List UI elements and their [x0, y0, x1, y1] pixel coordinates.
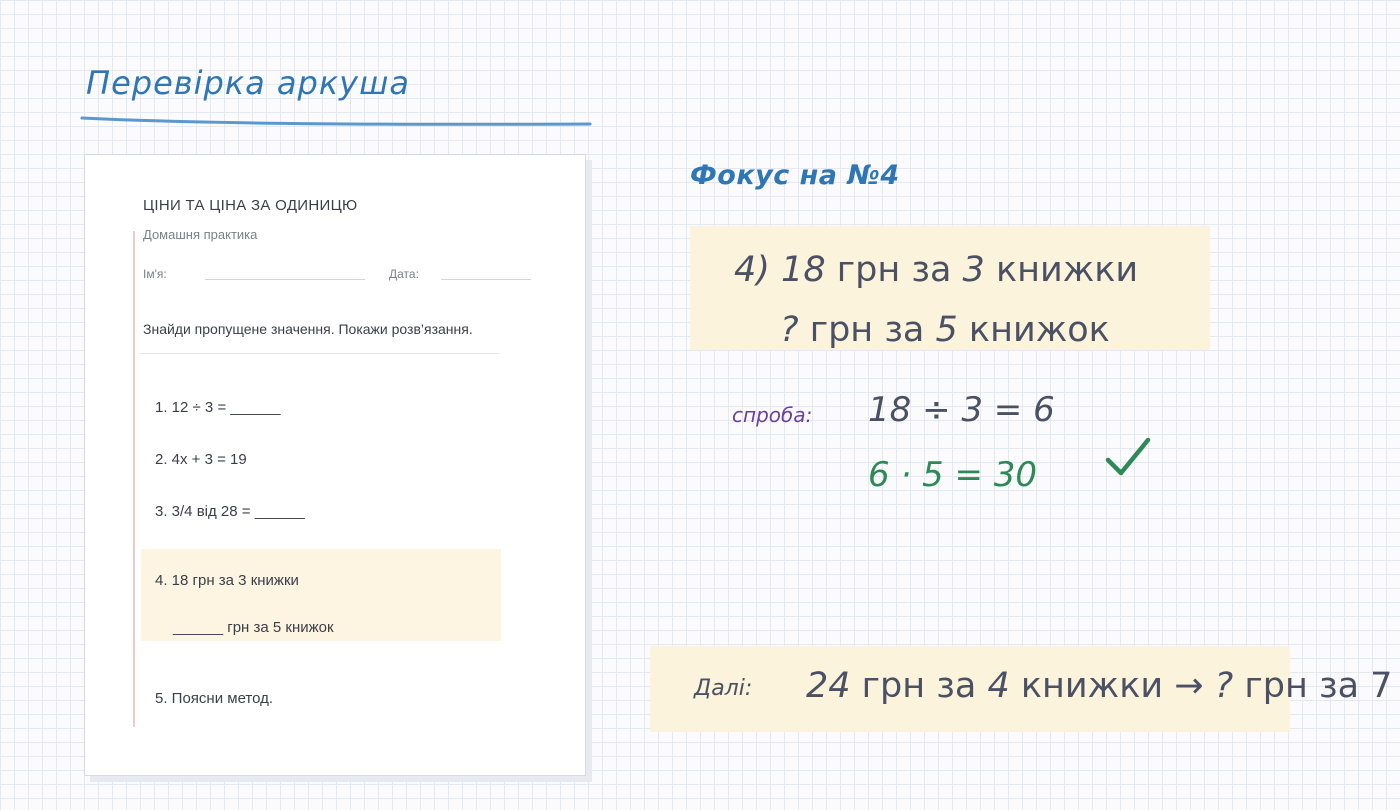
next-price: 24 — [806, 666, 851, 706]
work-step-1: 18 ÷ 3 = 6 — [868, 390, 1055, 430]
worksheet-item-4: 4. 18 грн за 3 книжки — [155, 572, 299, 589]
focus-line1-number: 4) 18 — [734, 250, 826, 290]
focus-line2-count: 5 — [935, 310, 958, 350]
worksheet-title: ЦІНИ ТА ЦІНА ЗА ОДИНИЦЮ — [143, 197, 358, 214]
focus-heading: Фокус на №4 — [690, 160, 900, 191]
worksheet-subtitle: Домашня практика — [143, 227, 258, 242]
next-item: книжки → — [1009, 666, 1215, 706]
margin-line — [133, 231, 135, 727]
work-step-2: 6 · 5 = 30 — [868, 455, 1038, 495]
worksheet: ЦІНИ ТА ЦІНА ЗА ОДИНИЦЮ Домашня практика… — [84, 154, 586, 776]
worksheet-item-2: 2. 4x + 3 = 19 — [155, 451, 247, 468]
checkmark-icon — [1105, 437, 1151, 476]
focus-line2-unit: грн за — [798, 310, 936, 350]
worksheet-item-3: 3. 3/4 від 28 = ______ — [155, 503, 305, 520]
attempt-label: спроба: — [732, 403, 813, 427]
focus-line1-count: 3 — [962, 250, 985, 290]
focus-problem-line-1: 4) 18 грн за 3 книжки — [734, 250, 1138, 290]
next-problem: 24 грн за 4 книжки → ? грн за 7 — [806, 666, 1392, 706]
next-label: Далі: — [694, 676, 753, 701]
next-count: 4 — [987, 666, 1010, 706]
focus-problem-line-2: ? грн за 5 книжок — [780, 310, 1110, 350]
instructions: Знайди пропущене значення. Покажи розв’я… — [143, 321, 473, 337]
divider — [139, 353, 499, 354]
date-label: Дата: — [389, 267, 419, 281]
focus-line2-item: книжок — [957, 310, 1110, 350]
name-field-line — [205, 279, 365, 280]
date-field-line — [441, 279, 531, 280]
next-unknown: ? — [1214, 666, 1234, 706]
worksheet-item-4-blank: ______ грн за 5 книжок — [173, 619, 334, 636]
page-title: Перевірка аркуша — [86, 64, 410, 102]
title-underline — [80, 116, 592, 126]
next-target: грн за 7 — [1233, 666, 1393, 706]
worksheet-item-1: 1. 12 ÷ 3 = ______ — [155, 399, 281, 416]
focus-line2-unknown: ? — [780, 310, 799, 350]
name-label: Ім'я: — [143, 267, 167, 281]
focus-line1-unit: грн за — [825, 250, 963, 290]
focus-line1-item: книжки — [984, 250, 1139, 290]
next-unit: грн за — [850, 666, 988, 706]
worksheet-item-5: 5. Поясни метод. — [155, 690, 274, 707]
